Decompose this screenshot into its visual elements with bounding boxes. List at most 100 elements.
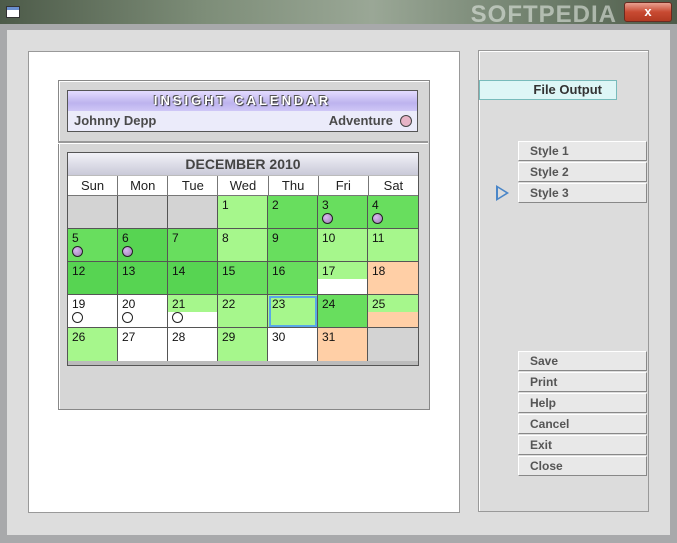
day-number: 6 [122, 231, 129, 245]
day-cell[interactable]: 21 [168, 295, 218, 328]
day-cell[interactable]: 24 [318, 295, 368, 328]
day-number: 22 [222, 297, 236, 311]
day-cell[interactable]: 25 [368, 295, 418, 328]
day-cell[interactable]: 12 [68, 262, 118, 295]
day-number: 9 [272, 231, 279, 245]
day-number: 26 [72, 330, 86, 344]
day-cell[interactable]: 13 [118, 262, 168, 295]
day-number: 23 [272, 297, 286, 311]
day-number: 8 [222, 231, 229, 245]
day-number: 10 [322, 231, 336, 245]
day-number: 12 [72, 264, 86, 278]
weekday-label: Fri [318, 176, 369, 196]
day-number: 21 [172, 297, 186, 311]
month-title: DECEMBER 2010 [68, 153, 418, 175]
day-cell[interactable]: 28 [168, 328, 218, 361]
day-cell[interactable]: 3 [318, 196, 368, 229]
day-cell[interactable]: 6 [118, 229, 168, 262]
day-cell-lower-band [318, 279, 367, 294]
weekday-label: Mon [118, 176, 169, 196]
event-marker-icon [172, 312, 183, 323]
category-label: Adventure [328, 113, 393, 128]
day-cell[interactable]: 18 [368, 262, 418, 295]
event-marker-icon [122, 246, 133, 257]
person-name: Johnny Depp [74, 113, 157, 128]
day-cell[interactable]: 4 [368, 196, 418, 229]
weekday-label: Thu [268, 176, 319, 196]
close-button[interactable]: Close [518, 456, 647, 476]
help-button[interactable]: Help [518, 393, 647, 413]
owner-row: Johnny Depp Adventure [68, 111, 417, 131]
weekday-label: Tue [168, 176, 219, 196]
calendar-title: INSIGHT CALENDAR [68, 91, 417, 112]
day-cell[interactable]: 11 [368, 229, 418, 262]
empty-day-cell [368, 328, 418, 361]
save-button[interactable]: Save [518, 351, 647, 371]
day-cell[interactable]: 19 [68, 295, 118, 328]
day-number: 18 [372, 264, 386, 278]
day-cell[interactable]: 31 [318, 328, 368, 361]
day-cell[interactable]: 14 [168, 262, 218, 295]
day-number: 14 [172, 264, 186, 278]
day-cell[interactable]: 22 [218, 295, 268, 328]
empty-day-cell [118, 196, 168, 229]
day-number: 3 [322, 198, 329, 212]
day-number: 1 [222, 198, 229, 212]
day-cell[interactable]: 17 [318, 262, 368, 295]
day-cell[interactable]: 27 [118, 328, 168, 361]
day-cell[interactable]: 10 [318, 229, 368, 262]
day-number: 2 [272, 198, 279, 212]
day-cell[interactable]: 15 [218, 262, 268, 295]
style-3-button[interactable]: Style 3 [518, 183, 647, 203]
exit-button[interactable]: Exit [518, 435, 647, 455]
style-1-button[interactable]: Style 1 [518, 141, 647, 161]
day-cell[interactable]: 2 [268, 196, 318, 229]
title-bar: SOFTPEDIA x [0, 0, 677, 28]
event-marker-icon [72, 312, 83, 323]
day-cell[interactable]: 23 [268, 295, 318, 328]
day-cell[interactable]: 8 [218, 229, 268, 262]
day-number: 7 [172, 231, 179, 245]
day-cell[interactable]: 30 [268, 328, 318, 361]
print-button[interactable]: Print [518, 372, 647, 392]
day-cell[interactable]: 9 [268, 229, 318, 262]
weekday-header: Sun Mon Tue Wed Thu Fri Sat [68, 176, 418, 196]
empty-day-cell [68, 196, 118, 229]
weekday-label: Sun [68, 176, 119, 196]
day-cell[interactable]: 29 [218, 328, 268, 361]
event-marker-icon [372, 213, 383, 224]
day-number: 30 [272, 330, 286, 344]
day-cell[interactable]: 16 [268, 262, 318, 295]
day-number: 4 [372, 198, 379, 212]
pointer-icon-inner [498, 188, 506, 198]
day-number: 15 [222, 264, 236, 278]
day-grid: 1 2 3 4 5 6 7 8 9 10 11 12 13 14 15 16 17 18 19 20 21 22 23 24 2… [68, 196, 418, 365]
day-number: 17 [322, 264, 336, 278]
event-marker-icon [72, 246, 83, 257]
weekday-label: Sat [368, 176, 418, 196]
month-calendar: DECEMBER 2010 Sun Mon Tue Wed Thu Fri Sat 1234… [67, 152, 419, 366]
day-number: 11 [372, 231, 385, 245]
day-cell-lower-band [368, 312, 418, 327]
style-2-button[interactable]: Style 2 [518, 162, 647, 182]
day-cell[interactable]: 7 [168, 229, 218, 262]
day-cell[interactable]: 20 [118, 295, 168, 328]
file-output-button[interactable]: File Output [479, 80, 617, 100]
day-number: 31 [322, 330, 336, 344]
event-marker-icon [122, 312, 133, 323]
day-number: 13 [122, 264, 136, 278]
day-number: 5 [72, 231, 79, 245]
day-cell[interactable]: 5 [68, 229, 118, 262]
day-number: 27 [122, 330, 136, 344]
day-cell[interactable]: 1 [218, 196, 268, 229]
day-number: 28 [172, 330, 186, 344]
category-color-icon [400, 115, 412, 127]
app-window-icon[interactable] [6, 6, 20, 18]
day-cell[interactable]: 26 [68, 328, 118, 361]
close-window-button[interactable]: x [624, 2, 672, 22]
calendar-header: INSIGHT CALENDAR Johnny Depp Adventure [67, 90, 418, 132]
cancel-button[interactable]: Cancel [518, 414, 647, 434]
divider [58, 141, 428, 144]
day-number: 20 [122, 297, 136, 311]
day-number: 16 [272, 264, 286, 278]
